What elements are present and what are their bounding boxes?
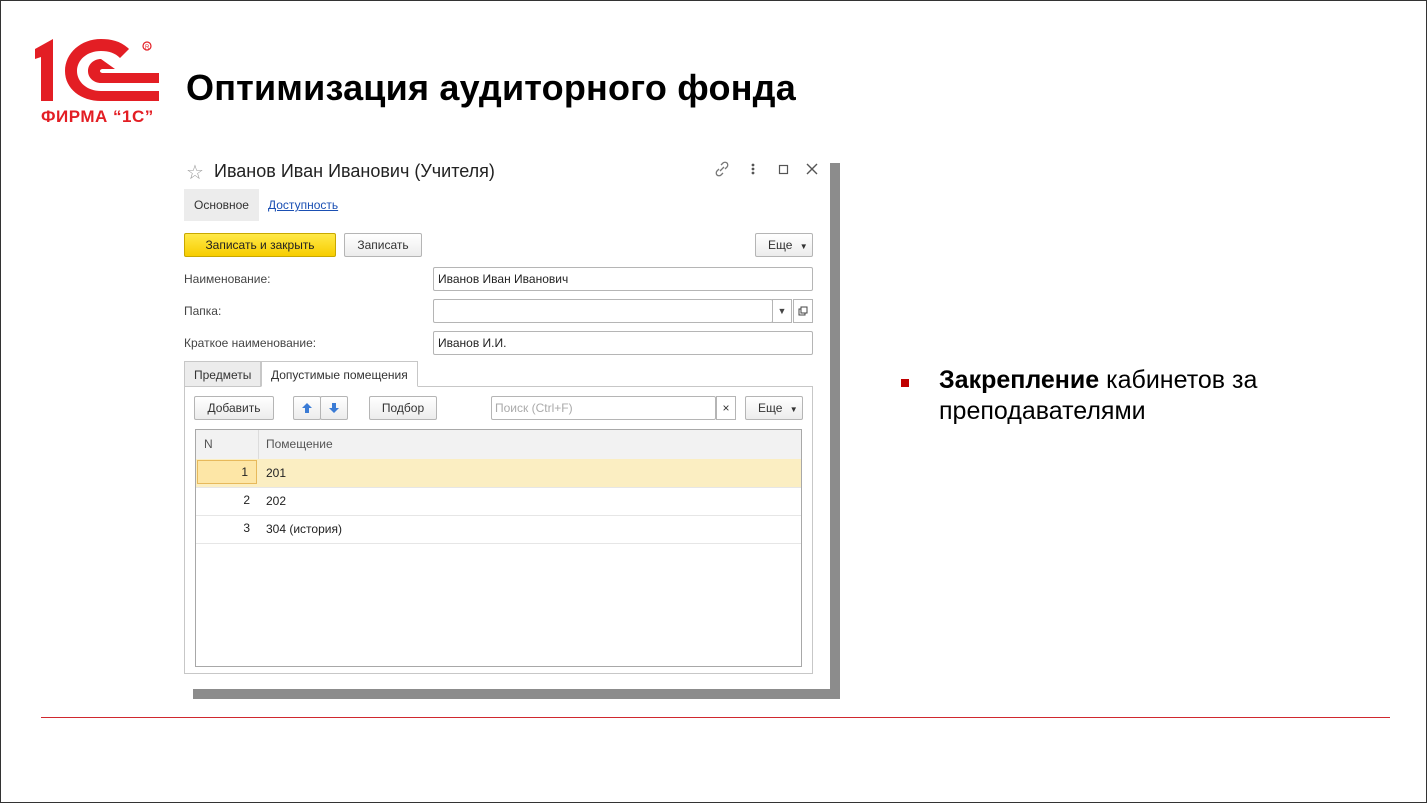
link-icon[interactable] xyxy=(714,161,730,182)
open-icon[interactable] xyxy=(793,299,813,323)
maximize-icon[interactable] xyxy=(778,161,790,182)
dropdown-arrow-icon: ▼ xyxy=(799,242,808,251)
window-header: ☆ Иванов Иван Иванович (Учителя) xyxy=(176,151,830,191)
bullet-text: Закрепление кабинетов за преподавателями xyxy=(939,365,1359,427)
folder-dropdown-button[interactable]: ▼ xyxy=(772,299,792,323)
logo-caption: ФИРМА “1С” xyxy=(41,107,154,126)
bullet-marker xyxy=(901,379,909,387)
add-button[interactable]: Добавить xyxy=(194,396,274,420)
window-title: Иванов Иван Иванович (Учителя) xyxy=(214,161,495,181)
name-label: Наименование: xyxy=(184,272,271,286)
arrow-up-icon xyxy=(302,403,312,413)
column-divider xyxy=(258,430,259,459)
row-room: 304 (история) xyxy=(266,522,342,536)
tab-allowed-rooms[interactable]: Допустимые помещения xyxy=(261,361,418,387)
svg-text:R: R xyxy=(145,45,150,51)
move-down-button[interactable] xyxy=(320,396,348,420)
row-room: 202 xyxy=(266,494,287,508)
table-row[interactable]: 1 201 xyxy=(196,459,801,488)
close-icon[interactable] xyxy=(805,161,819,182)
short-name-field[interactable]: Иванов И.И. xyxy=(433,331,813,355)
row-number: 1 xyxy=(197,460,257,484)
table-header: N Помещение xyxy=(196,430,801,460)
short-name-label: Краткое наименование: xyxy=(184,336,317,350)
row-number: 2 xyxy=(243,493,250,507)
folder-field[interactable] xyxy=(433,299,773,323)
footer-divider xyxy=(41,717,1390,718)
more-button[interactable]: Еще ▼ xyxy=(755,233,813,257)
rooms-panel: Добавить Подбор Поиск (Ctrl+F) × Еще ▼ N… xyxy=(184,386,813,674)
nav-tab-availability[interactable]: Доступность xyxy=(258,189,348,221)
bullet-bold: Закрепление xyxy=(939,366,1100,394)
panel-more-label: Еще xyxy=(758,401,783,415)
pick-button[interactable]: Подбор xyxy=(369,396,437,420)
folder-label: Папка: xyxy=(184,304,222,318)
nav-tab-main[interactable]: Основное xyxy=(184,189,259,221)
form-window: ☆ Иванов Иван Иванович (Учителя) Основно… xyxy=(176,151,830,689)
row-room: 201 xyxy=(266,466,287,480)
table-row[interactable]: 3 304 (история) xyxy=(196,515,801,544)
row-number: 3 xyxy=(243,521,250,535)
panel-more-button[interactable]: Еще ▼ xyxy=(745,396,803,420)
column-header-room[interactable]: Помещение xyxy=(266,430,333,459)
more-vert-icon[interactable] xyxy=(750,161,756,182)
save-and-close-button[interactable]: Записать и закрыть xyxy=(184,233,336,257)
move-up-button[interactable] xyxy=(293,396,321,420)
rooms-table: N Помещение 1 201 2 202 3 304 (история) xyxy=(195,429,802,667)
clear-search-icon[interactable]: × xyxy=(716,396,736,420)
more-label: Еще xyxy=(768,238,793,252)
slide: R ФИРМА “1С” Оптимизация аудиторного фон… xyxy=(0,0,1427,803)
search-input[interactable]: Поиск (Ctrl+F) xyxy=(491,396,716,420)
column-header-n[interactable]: N xyxy=(204,430,213,459)
slide-title: Оптимизация аудиторного фонда xyxy=(186,67,796,108)
tab-subjects[interactable]: Предметы xyxy=(184,361,262,387)
table-row[interactable]: 2 202 xyxy=(196,487,801,516)
save-button[interactable]: Записать xyxy=(344,233,422,257)
name-field[interactable]: Иванов Иван Иванович xyxy=(433,267,813,291)
arrow-down-icon xyxy=(329,403,339,413)
star-icon[interactable]: ☆ xyxy=(186,160,204,185)
dropdown-arrow-icon: ▼ xyxy=(789,405,798,414)
